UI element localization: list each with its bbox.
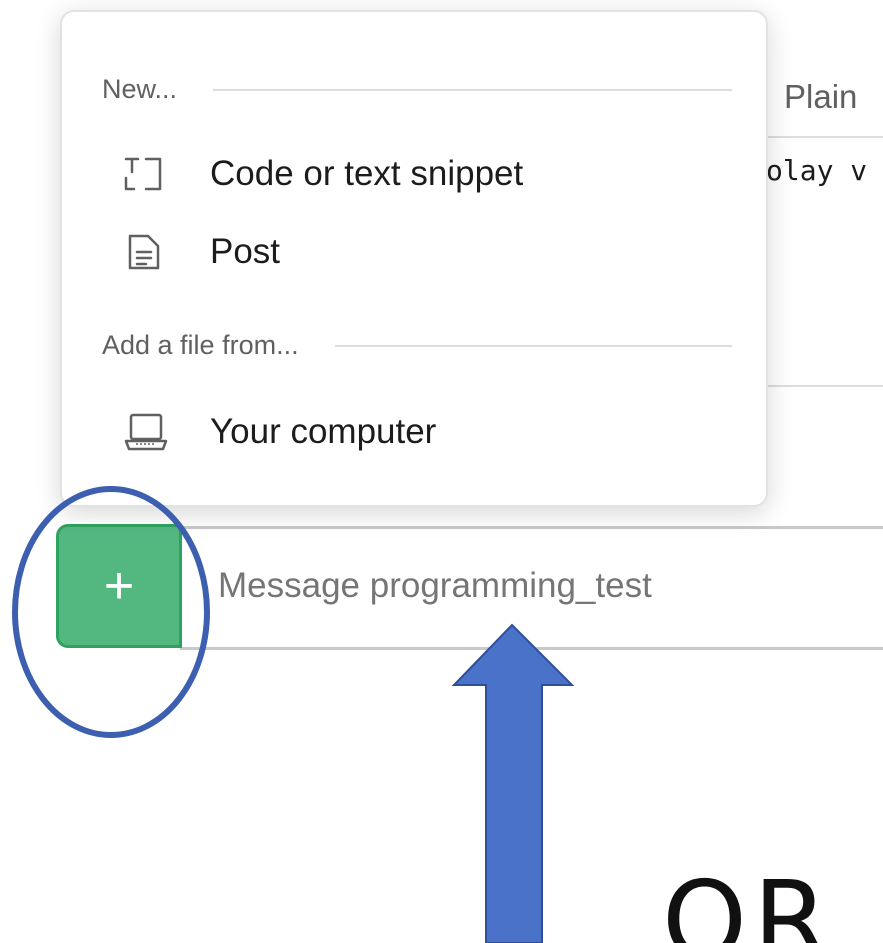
menu-item-post[interactable]: Post	[124, 232, 280, 272]
menu-section-add-file: Add a file from...	[102, 330, 732, 361]
text-snippet-icon	[124, 154, 174, 194]
message-composer	[180, 526, 883, 650]
laptop-icon	[124, 412, 174, 452]
menu-item-label: Code or text snippet	[210, 154, 524, 193]
menu-section-label: New...	[102, 74, 178, 104]
format-selector-label[interactable]: Plain	[784, 78, 857, 116]
message-input[interactable]	[216, 565, 880, 607]
divider	[765, 385, 883, 387]
menu-item-label: Post	[210, 232, 281, 271]
attachment-menu: New... Code or text snippet Post Add a f…	[60, 10, 768, 507]
menu-item-label: Your computer	[210, 412, 437, 451]
code-preview-fragment: olay v	[766, 154, 868, 187]
menu-section-new: New...	[102, 74, 732, 105]
attach-plus-button[interactable]: +	[56, 524, 182, 648]
screenshot-stage: Plain olay v + New... Code or text snipp…	[0, 0, 883, 943]
pointer-arrow	[451, 623, 575, 943]
document-icon	[124, 232, 174, 272]
menu-section-label: Add a file from...	[102, 330, 299, 360]
divider	[765, 136, 883, 138]
menu-item-your-computer[interactable]: Your computer	[124, 412, 436, 452]
plus-icon: +	[103, 557, 135, 615]
divider	[334, 344, 732, 347]
or-annotation-text: OR	[662, 859, 835, 943]
menu-item-code-snippet[interactable]: Code or text snippet	[124, 154, 523, 194]
divider	[213, 88, 732, 91]
